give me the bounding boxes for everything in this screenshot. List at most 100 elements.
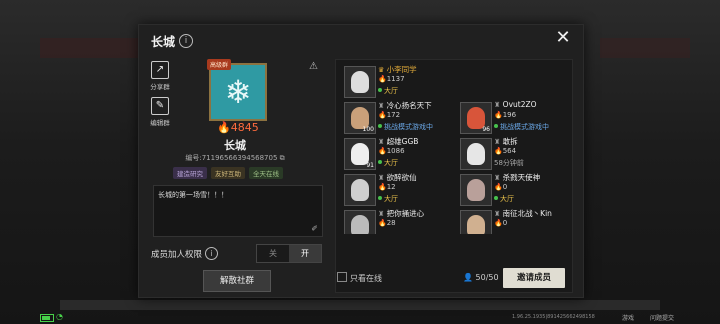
- rank-icon: ♜: [378, 138, 385, 146]
- member-power-value: 196: [502, 111, 517, 119]
- member-name: ♜ 冷心扬名天下: [378, 100, 432, 111]
- disband-button[interactable]: 解散社群: [203, 270, 271, 292]
- club-id-text: 编号:71196566394568705: [185, 154, 278, 162]
- member-name: ♜ 敢拆: [494, 136, 518, 147]
- invite-button[interactable]: 邀请成员: [503, 268, 565, 288]
- member-power-value: 1137: [386, 75, 405, 83]
- member-power: 🔥172: [378, 111, 400, 119]
- member-power: 🔥564: [494, 147, 516, 155]
- member-status-text: 大厅: [500, 195, 514, 203]
- member-power: 🔥196: [494, 111, 516, 119]
- member-level: 91: [366, 162, 374, 169]
- background-decoration: [600, 38, 690, 58]
- member-power: 🔥12: [378, 183, 396, 191]
- member-name-text: 超雄GGB: [386, 137, 419, 146]
- version-text: 1.96.25.1935|891425662498158: [512, 314, 595, 320]
- member-card[interactable]: ♛ 小李同学 🔥1137 大厅: [338, 64, 454, 98]
- member-status: 大厅: [378, 86, 398, 96]
- member-avatar: [344, 210, 376, 234]
- system-status-bar: ◔ 1.96.25.1935|891425662498158 游戏 问题提交: [0, 310, 720, 324]
- member-card[interactable]: ♜ 南征北战丶Kin 🔥0: [454, 208, 570, 234]
- member-avatar: 100: [344, 102, 376, 134]
- member-name-text: 敢拆: [502, 137, 518, 146]
- member-name: ♜ 把你捅进心: [378, 208, 424, 219]
- member-card[interactable]: 100 ♜ 冷心扬名天下 🔥172 挑战模式游戏中: [338, 100, 454, 134]
- edit-button[interactable]: ✎ 编辑群: [145, 97, 175, 127]
- fire-icon: 🔥: [494, 111, 503, 119]
- report-warning-icon[interactable]: ⚠: [309, 61, 318, 72]
- rank-icon: ♜: [494, 174, 501, 182]
- member-status: 挑战模式游戏中: [494, 122, 549, 132]
- member-name: ♜ 欲醉欲仙: [378, 172, 417, 183]
- member-count: 👤 50/50: [463, 273, 499, 282]
- member-status: 大厅: [378, 158, 398, 168]
- background-bar: [60, 300, 660, 310]
- member-list[interactable]: ♛ 小李同学 🔥1137 大厅 100 ♜ 冷心扬名天下 🔥172 挑战模式游戏…: [335, 59, 573, 293]
- fire-icon: 🔥: [378, 147, 387, 155]
- member-avatar: [344, 66, 376, 98]
- toggle-on-option[interactable]: 开: [289, 245, 321, 262]
- fire-icon: 🔥: [378, 111, 387, 119]
- member-status-text: 挑战模式游戏中: [500, 123, 549, 131]
- rank-icon: ♜: [378, 102, 385, 110]
- club-power: 🔥4845: [217, 121, 259, 134]
- feedback-button[interactable]: 问题提交: [650, 313, 674, 322]
- member-avatar: 96: [460, 102, 492, 134]
- club-description[interactable]: 长城的第一场雪！！！ ✐: [153, 185, 323, 237]
- snowflake-icon: ❄: [224, 73, 252, 111]
- member-card[interactable]: ♜ 把你捅进心 🔥28: [338, 208, 454, 234]
- member-card[interactable]: 96 ♜ Ovut2ZO 🔥196 挑战模式游戏中: [454, 100, 570, 134]
- member-power-value: 28: [386, 219, 396, 227]
- member-power: 🔥0: [494, 219, 507, 227]
- club-info-dialog: 长城 i ✕ ↗ 分享群 ✎ 编辑群 ⚠ ❄ 高级群 🔥4845 长城 编号:7…: [138, 24, 584, 298]
- wifi-icon: ◔: [56, 312, 63, 321]
- club-tag: 建造研究: [173, 167, 207, 179]
- member-avatar: [460, 174, 492, 206]
- member-status-text: 大厅: [384, 87, 398, 95]
- member-name: ♜ 超雄GGB: [378, 136, 418, 147]
- crown-icon: ♛: [378, 66, 385, 74]
- member-avatar: [460, 210, 492, 234]
- member-status-text: 大厅: [384, 159, 398, 167]
- share-button[interactable]: ↗ 分享群: [145, 61, 175, 91]
- member-power: 🔥28: [378, 219, 396, 227]
- member-avatar: [344, 174, 376, 206]
- member-power-value: 564: [502, 147, 517, 155]
- fire-icon: 🔥: [494, 183, 503, 191]
- rank-icon: ♜: [494, 210, 501, 218]
- member-status-text: 大厅: [384, 195, 398, 203]
- edit-pen-icon[interactable]: ✐: [311, 224, 318, 233]
- club-tag: 友好互助: [211, 167, 245, 179]
- member-name: ♜ 南征北战丶Kin: [494, 208, 552, 219]
- share-icon: ↗: [151, 61, 169, 79]
- dialog-title: 长城: [151, 35, 176, 49]
- rank-icon: ♜: [378, 210, 385, 218]
- member-name-text: 欲醉欲仙: [386, 173, 417, 182]
- member-card[interactable]: 91 ♜ 超雄GGB 🔥1086 大厅: [338, 136, 454, 170]
- online-only-checkbox[interactable]: 只看在线: [337, 272, 382, 284]
- club-profile-panel: ↗ 分享群 ✎ 编辑群 ⚠ ❄ 高级群 🔥4845 长城 编号:71196566…: [139, 57, 331, 295]
- member-power-value: 1086: [386, 147, 405, 155]
- member-status: 挑战模式游戏中: [378, 122, 433, 132]
- permission-info-icon[interactable]: i: [205, 247, 218, 260]
- fire-icon: 🔥: [494, 219, 503, 227]
- member-card[interactable]: ♜ 欲醉欲仙 🔥12 大厅: [338, 172, 454, 206]
- member-name: ♜ 杀戮天使神: [494, 172, 540, 183]
- statusbar-button[interactable]: 游戏: [622, 313, 634, 322]
- club-description-text: 长城的第一场雪！！！: [158, 191, 228, 199]
- member-power-value: 0: [502, 183, 508, 191]
- permission-toggle[interactable]: 关 开: [256, 244, 322, 263]
- info-icon[interactable]: i: [179, 34, 193, 48]
- background-decoration: [40, 38, 140, 58]
- share-label: 分享群: [150, 83, 170, 91]
- member-status: 大厅: [494, 194, 514, 204]
- member-card[interactable]: ♜ 杀戮天使神 🔥0 大厅: [454, 172, 570, 206]
- member-card[interactable]: ♜ 敢拆 🔥564 58分钟前: [454, 136, 570, 170]
- member-name-text: 南征北战丶Kin: [502, 209, 552, 218]
- member-power: 🔥0: [494, 183, 507, 191]
- copy-icon[interactable]: ⧉: [280, 154, 285, 162]
- member-name-text: 把你捅进心: [386, 209, 425, 218]
- toggle-off-option[interactable]: 关: [257, 245, 289, 262]
- close-icon[interactable]: ✕: [554, 29, 572, 47]
- member-power-value: 0: [502, 219, 508, 227]
